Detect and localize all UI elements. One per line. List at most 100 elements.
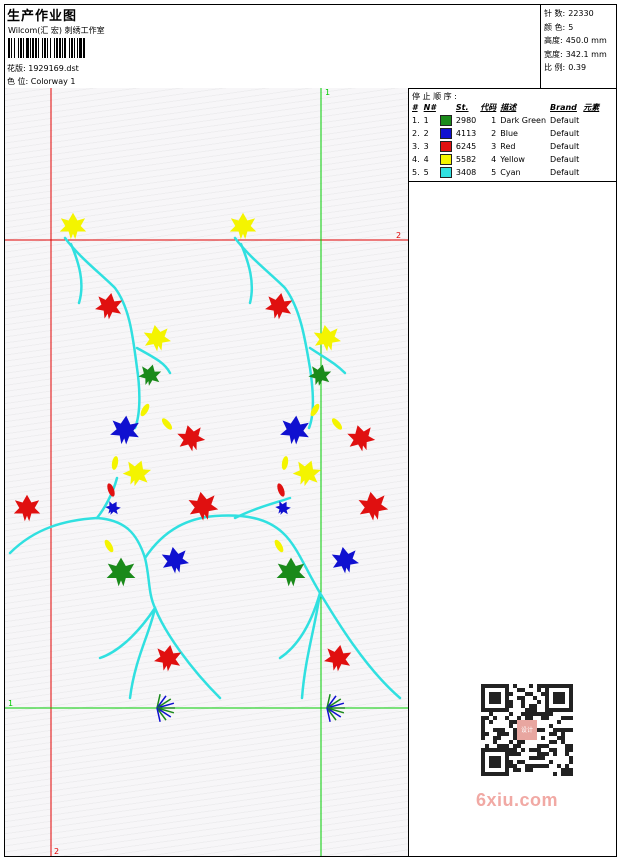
- yellow-bud-right: [281, 456, 289, 470]
- col-brand: Brand: [550, 103, 577, 112]
- row-desc: Yellow: [500, 155, 525, 164]
- blue-flower-right: [280, 415, 309, 445]
- row-stitches: 4113: [455, 129, 477, 138]
- row-index: 5.: [412, 168, 420, 177]
- row-index: 1.: [412, 116, 420, 125]
- watermark: 6xiu.com: [476, 790, 559, 810]
- stats-panel: 针 数: 22330 颜 色: 5 高度: 450.0 mm 宽度: 342.1 mm …: [544, 7, 607, 75]
- red-flower-right: [358, 491, 389, 521]
- stat-label: 宽度:: [544, 49, 563, 59]
- guide-label-h1: 1: [8, 699, 13, 708]
- pattern-file: 花版: 1929169.dst: [7, 64, 79, 73]
- color-swatch: [439, 115, 452, 126]
- yellow-bud-right: [310, 403, 320, 417]
- row-stitches: 2980: [455, 116, 477, 125]
- blue-flower-left: [161, 547, 189, 574]
- guide-label-v2: 2: [54, 847, 59, 856]
- row-n: 3: [423, 142, 429, 151]
- row-n: 2: [423, 129, 429, 138]
- row-n: 1: [423, 116, 429, 125]
- color-swatch: [439, 167, 452, 178]
- page-title: 生产作业图: [7, 9, 78, 24]
- row-index: 2.: [412, 129, 420, 138]
- fern-sprig-right: [326, 694, 345, 722]
- design-canvas: 1 2 1 2: [5, 88, 408, 856]
- guide-label-h2: 2: [396, 231, 401, 240]
- table-row: 4. 4 5582 4 Yellow Default: [410, 153, 601, 166]
- row-desc: Dark Green: [500, 116, 547, 125]
- stat-value: 450.0 mm: [565, 36, 607, 46]
- yellow-bud-right: [274, 539, 284, 553]
- col-code: 代码: [480, 103, 497, 112]
- table-row: 3. 3 6245 3 Red Default: [410, 140, 601, 153]
- stop-sequence-table: # N# St. 代码 描述 Brand 元素 1. 1 2980 1 Dark Gre…: [410, 101, 601, 179]
- red-flower-left: [177, 425, 206, 452]
- green-flower-left: [106, 557, 136, 587]
- yellow-bud-left: [161, 418, 173, 430]
- fern-sprig-left: [156, 694, 175, 722]
- colorway: 色 位: Colorway 1: [7, 77, 76, 86]
- yellow-flower-left: [122, 460, 152, 487]
- row-stitches: 5582: [455, 155, 477, 164]
- blue-flower-left: [110, 415, 139, 445]
- sequence-divider: [408, 181, 617, 182]
- green-flower-right: [276, 557, 306, 587]
- row-code: 1: [491, 116, 497, 125]
- stat-label: 高度:: [544, 36, 563, 46]
- table-row: 2. 2 4113 2 Blue Default: [410, 127, 601, 140]
- row-n: 4: [423, 155, 429, 164]
- yellow-bud-left: [104, 539, 114, 553]
- row-index: 3.: [412, 142, 420, 151]
- row-brand: Default: [550, 155, 580, 164]
- guide-label-v1: 1: [325, 88, 330, 97]
- yellow-flower-right: [292, 460, 322, 487]
- row-desc: Red: [500, 142, 516, 151]
- row-swatch: [438, 153, 454, 166]
- stat-label: 比 例:: [544, 63, 566, 73]
- row-code: 2: [491, 129, 497, 138]
- row-stitches: 6245: [455, 142, 477, 151]
- red-flower-right: [324, 645, 352, 672]
- row-brand: Default: [550, 168, 580, 177]
- yellow-flower-right: [229, 212, 257, 240]
- yellow-flower-right: [313, 325, 341, 352]
- yellow-bud-left: [140, 403, 150, 417]
- col-index: #: [412, 103, 418, 112]
- barcode: [8, 38, 85, 58]
- table-row: 1. 1 2980 1 Dark Green Default: [410, 114, 601, 127]
- row-stitches: 3408: [455, 168, 477, 177]
- stat-label: 针 数:: [544, 9, 566, 18]
- col-n: N#: [423, 103, 436, 112]
- stats-divider: [540, 4, 541, 88]
- row-index: 4.: [412, 155, 420, 164]
- stat-value: 5: [568, 22, 574, 32]
- red-flower-right: [347, 425, 376, 452]
- embroidery-design: 1 2 1 2: [5, 88, 408, 856]
- qr-pattern: 设计: [481, 684, 573, 776]
- yellow-bud-left: [111, 456, 119, 470]
- row-element: [581, 114, 601, 127]
- yellow-flower-left: [59, 212, 87, 240]
- col-element: 元素: [583, 103, 600, 112]
- yellow-flower-left: [143, 325, 171, 352]
- row-code: 3: [491, 142, 497, 151]
- row-swatch: [438, 166, 454, 179]
- col-stitches: St.: [455, 103, 469, 112]
- table-header-row: # N# St. 代码 描述 Brand 元素: [410, 101, 601, 114]
- stat-label: 颜 色:: [544, 22, 566, 32]
- blue-sprig-left: [105, 501, 121, 515]
- row-brand: Default: [550, 142, 580, 151]
- sidebar-divider: [408, 88, 409, 857]
- stat-value: 0.39: [568, 63, 587, 73]
- green-flower-left: [138, 364, 162, 386]
- row-swatch: [438, 140, 454, 153]
- row-code: 5: [491, 168, 497, 177]
- vines: [8, 236, 402, 700]
- yellow-bud-right: [331, 418, 343, 430]
- row-swatch: [438, 114, 454, 127]
- col-swatch: [438, 101, 454, 114]
- row-swatch: [438, 127, 454, 140]
- color-swatch: [439, 141, 452, 152]
- blue-flower-right: [331, 547, 359, 574]
- row-element: [581, 140, 601, 153]
